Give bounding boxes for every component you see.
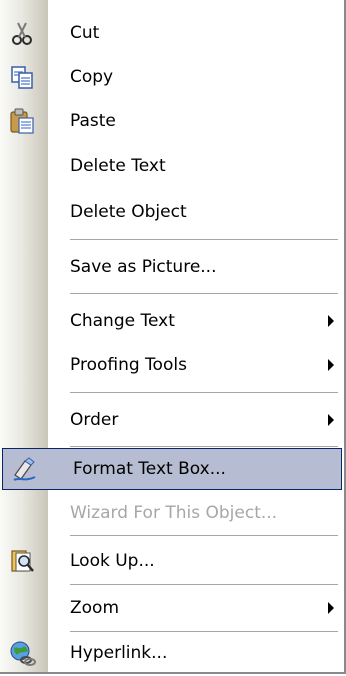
paste-icon bbox=[8, 107, 36, 135]
context-menu: Cut Copy Paste Delete Text Delete Object… bbox=[0, 0, 346, 674]
menu-item-paste[interactable]: Paste bbox=[0, 98, 344, 144]
menu-item-save-as-picture[interactable]: Save as Picture... bbox=[0, 244, 344, 290]
menu-item-label: Wizard For This Object... bbox=[70, 503, 278, 523]
submenu-arrow-icon bbox=[328, 414, 334, 426]
submenu-arrow-icon bbox=[328, 359, 334, 371]
menu-item-label: Cut bbox=[70, 23, 100, 43]
menu-item-delete-text[interactable]: Delete Text bbox=[0, 143, 344, 189]
menu-item-change-text[interactable]: Change Text bbox=[0, 298, 344, 344]
copy-icon bbox=[8, 63, 36, 91]
menu-separator bbox=[70, 535, 338, 536]
menu-item-label: Paste bbox=[70, 111, 116, 131]
menu-item-label: Delete Object bbox=[70, 202, 187, 222]
menu-item-label: Save as Picture... bbox=[70, 257, 217, 277]
menu-item-format-text-box[interactable]: Format Text Box... bbox=[2, 448, 342, 490]
menu-item-label: Proofing Tools bbox=[70, 355, 187, 375]
menu-item-label: Look Up... bbox=[70, 551, 155, 571]
submenu-arrow-icon bbox=[328, 315, 334, 327]
menu-item-cut[interactable]: Cut bbox=[0, 10, 344, 56]
menu-item-label: Change Text bbox=[70, 311, 175, 331]
menu-item-label: Order bbox=[70, 410, 119, 430]
format-text-box-icon bbox=[11, 455, 39, 483]
menu-item-label: Hyperlink... bbox=[70, 643, 168, 663]
menu-item-label: Zoom bbox=[70, 598, 120, 618]
menu-item-look-up[interactable]: Look Up... bbox=[0, 538, 344, 584]
menu-item-hyperlink[interactable]: Hyperlink... bbox=[0, 630, 344, 676]
menu-item-copy[interactable]: Copy bbox=[0, 54, 344, 100]
menu-item-label: Format Text Box... bbox=[73, 459, 226, 479]
submenu-arrow-icon bbox=[328, 602, 334, 614]
hyperlink-icon bbox=[8, 639, 36, 667]
menu-item-proofing-tools[interactable]: Proofing Tools bbox=[0, 342, 344, 388]
menu-item-delete-object[interactable]: Delete Object bbox=[0, 189, 344, 235]
scissors-icon bbox=[8, 19, 36, 47]
menu-item-zoom[interactable]: Zoom bbox=[0, 585, 344, 631]
look-up-icon bbox=[8, 547, 36, 575]
menu-item-wizard-for-this-object: Wizard For This Object... bbox=[0, 490, 344, 536]
menu-item-label: Copy bbox=[70, 67, 114, 87]
menu-separator bbox=[70, 293, 338, 294]
menu-item-label: Delete Text bbox=[70, 156, 166, 176]
menu-item-order[interactable]: Order bbox=[0, 397, 344, 443]
menu-separator bbox=[70, 239, 338, 240]
menu-separator bbox=[70, 392, 338, 393]
menu-separator bbox=[70, 446, 338, 447]
